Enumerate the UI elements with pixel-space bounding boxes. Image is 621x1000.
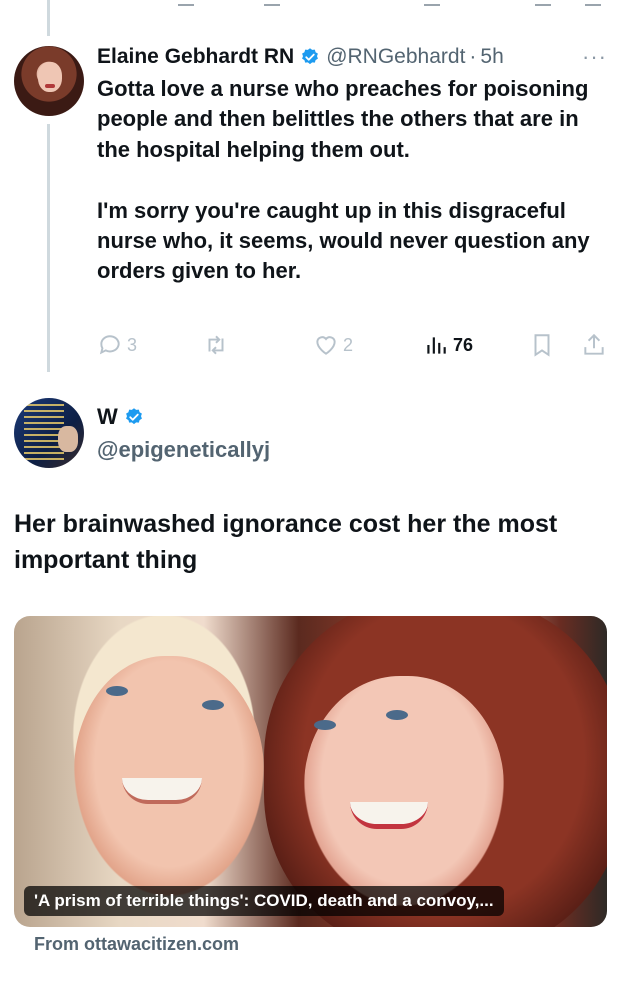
retweet-button[interactable] bbox=[203, 330, 233, 360]
reply-tweet-actions: 3 2 76 bbox=[97, 330, 607, 360]
views-button[interactable]: 76 bbox=[423, 330, 473, 360]
main-display-name[interactable]: W bbox=[97, 404, 118, 430]
share-button[interactable] bbox=[581, 330, 611, 360]
main-tweet-text: Her brainwashed ignorance cost her the m… bbox=[14, 510, 558, 574]
avatar-w[interactable] bbox=[14, 398, 84, 468]
reply-icon bbox=[99, 335, 120, 355]
reply-tweet-header: Elaine Gebhardt RN @RNGebhardt · 5h bbox=[97, 42, 504, 72]
avatar-elaine[interactable] bbox=[14, 46, 84, 116]
verified-badge-icon bbox=[302, 48, 319, 65]
reply-timestamp[interactable]: 5h bbox=[480, 45, 503, 69]
main-handle[interactable]: @epigeneticallyj bbox=[97, 437, 270, 463]
reply-tweet-text: Gotta love a nurse who preaches for pois… bbox=[97, 76, 590, 284]
reply-count: 3 bbox=[127, 334, 138, 355]
main-tweet-header: W bbox=[97, 404, 150, 430]
reply-button[interactable]: 3 bbox=[97, 330, 137, 360]
link-card[interactable]: 'A prism of terrible things': COVID, dea… bbox=[14, 616, 607, 927]
card-source[interactable]: From ottawacitizen.com bbox=[34, 934, 239, 955]
share-icon bbox=[584, 333, 604, 355]
bookmark-button[interactable] bbox=[529, 330, 559, 360]
thread-line bbox=[47, 124, 50, 372]
like-icon bbox=[316, 336, 336, 355]
bookmark-icon bbox=[534, 334, 550, 357]
previous-tweet-actions-cutoff bbox=[0, 0, 621, 8]
like-button[interactable]: 2 bbox=[313, 330, 353, 360]
separator-dot: · bbox=[469, 45, 477, 68]
card-title[interactable]: 'A prism of terrible things': COVID, dea… bbox=[24, 886, 504, 916]
reply-handle[interactable]: @RNGebhardt bbox=[326, 45, 465, 69]
views-icon bbox=[427, 337, 446, 354]
thread-line-top bbox=[47, 0, 50, 36]
retweet-icon bbox=[208, 335, 224, 355]
verified-badge-icon bbox=[125, 408, 142, 425]
more-icon[interactable]: ··· bbox=[582, 44, 606, 69]
view-count: 76 bbox=[453, 334, 474, 355]
like-count: 2 bbox=[343, 334, 354, 355]
reply-display-name[interactable]: Elaine Gebhardt RN bbox=[97, 45, 294, 69]
